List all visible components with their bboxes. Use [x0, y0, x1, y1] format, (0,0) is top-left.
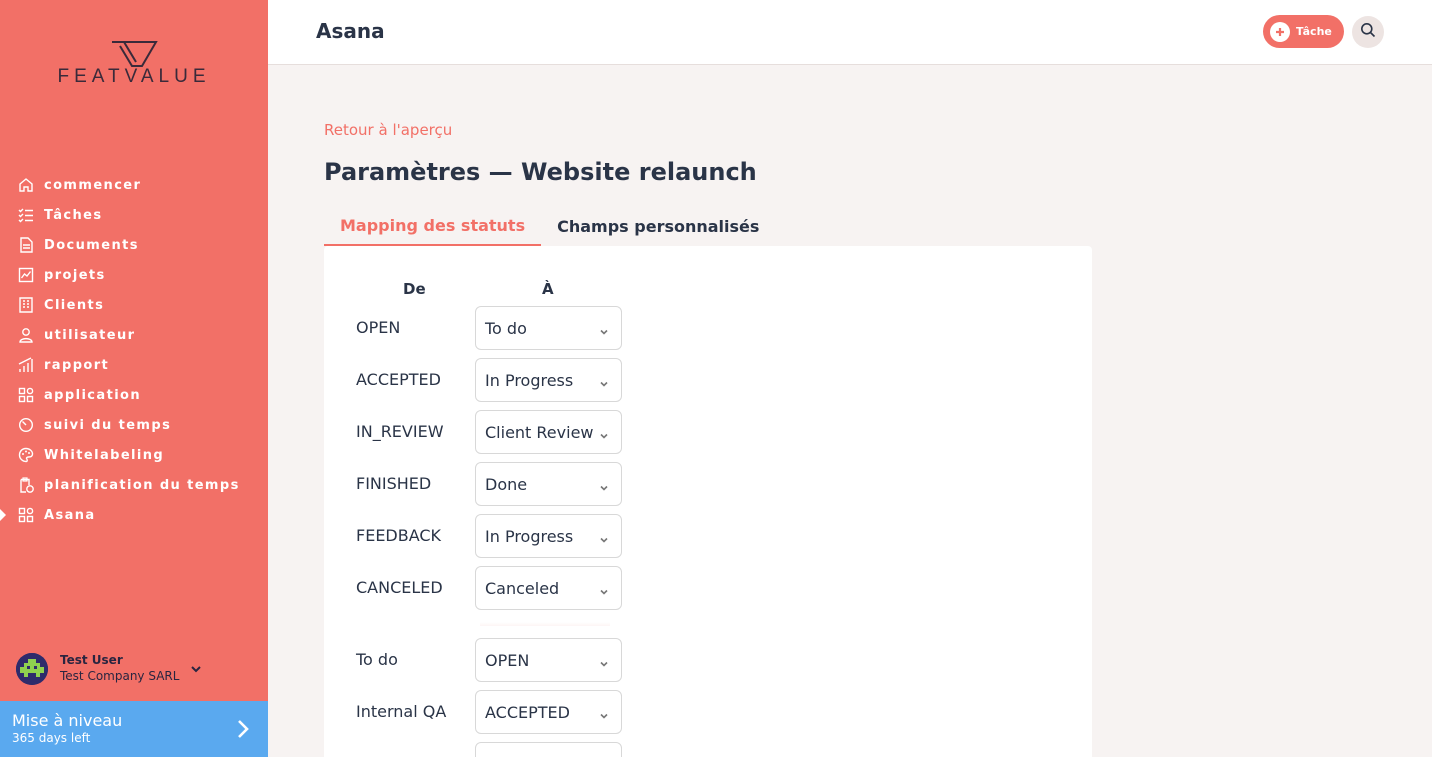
sidebar-item-planification-du-temps[interactable]: planification du temps — [0, 470, 268, 500]
mapping-to-select[interactable]: ACCEPTED — [475, 690, 622, 734]
chevron-down-icon — [599, 478, 609, 497]
sidebar-item-whitelabeling[interactable]: Whitelabeling — [0, 440, 268, 470]
palette-icon — [18, 447, 34, 463]
user-menu[interactable]: Test User Test Company SARL — [16, 652, 256, 686]
sidebar-item-label: Documents — [44, 237, 139, 253]
chevron-down-icon — [599, 654, 609, 673]
sidebar-item-label: rapport — [44, 357, 110, 373]
upgrade-title: Mise à niveau — [12, 711, 123, 730]
status-mapping-card: De À OPEN To do ACCEPTED In Progress IN_… — [324, 246, 1092, 757]
user-name: Test User — [60, 653, 123, 667]
sidebar-item-projets[interactable]: projets — [0, 260, 268, 290]
chevron-down-icon — [599, 582, 609, 601]
sidebar-item-label: application — [44, 387, 142, 403]
page-title: Paramètres — Website relaunch — [324, 158, 757, 186]
add-task-button[interactable]: Tâche — [1263, 15, 1344, 48]
column-header-to: À — [542, 280, 554, 298]
mapping-to-select[interactable]: In Progress — [475, 514, 622, 558]
mapping-to-select[interactable]: Done — [475, 462, 622, 506]
chevron-down-icon — [599, 322, 609, 341]
user-icon — [18, 327, 34, 343]
sidebar-item-commencer[interactable]: commencer — [0, 170, 268, 200]
plus-icon — [1270, 21, 1290, 42]
mapping-to-select[interactable]: Client Review — [475, 410, 622, 454]
column-header-from: De — [403, 280, 426, 298]
sidebar-item-suivi-du-temps[interactable]: suivi du temps — [0, 410, 268, 440]
sidebar-item-label: utilisateur — [44, 327, 136, 343]
sidebar-item-rapport[interactable]: rapport — [0, 350, 268, 380]
sidebar-item-utilisateur[interactable]: utilisateur — [0, 320, 268, 350]
bar-chart-icon — [18, 357, 34, 373]
sidebar-item-label: Clients — [44, 297, 105, 313]
upgrade-days-left: 365 days left — [12, 731, 91, 745]
sidebar-item-label: Asana — [44, 507, 96, 523]
sidebar-item-clients[interactable]: Clients — [0, 290, 268, 320]
chevron-down-icon — [599, 530, 609, 549]
chevron-down-icon — [599, 374, 609, 393]
section-divider — [480, 622, 610, 626]
sidebar-item-application[interactable]: application — [0, 380, 268, 410]
back-to-overview-link[interactable]: Retour à l'aperçu — [324, 121, 452, 139]
mapping-from-label: To do — [356, 650, 398, 669]
search-icon — [1360, 22, 1376, 42]
mapping-to-select[interactable]: Canceled — [475, 566, 622, 610]
mapping-to-select[interactable]: To do — [475, 306, 622, 350]
user-info: Test User Test Company SARL — [60, 653, 179, 685]
tab-custom-fields[interactable]: Champs personnalisés — [541, 206, 775, 246]
user-company: Test Company SARL — [60, 669, 180, 683]
mapping-from-label: OPEN — [356, 318, 401, 337]
sidebar-item-documents[interactable]: Documents — [0, 230, 268, 260]
sidebar-item-asana[interactable]: Asana — [0, 500, 268, 530]
sidebar-item-label: suivi du temps — [44, 417, 172, 433]
upgrade-banner[interactable]: Mise à niveau 365 days left — [0, 701, 268, 757]
sidebar-item-label: Tâches — [44, 207, 103, 223]
mapping-from-label: FEEDBACK — [356, 526, 442, 545]
sidebar-item-label: projets — [44, 267, 106, 283]
select-value: Client Review — [485, 422, 594, 442]
chevron-down-icon[interactable] — [190, 660, 202, 679]
apps-icon — [18, 507, 34, 523]
mapping-to-select[interactable] — [475, 742, 622, 757]
mapping-from-label: ACCEPTED — [356, 370, 441, 389]
mapping-to-select[interactable]: In Progress — [475, 358, 622, 402]
mapping-from-label: IN_REVIEW — [356, 422, 444, 441]
chevron-right-icon — [236, 719, 250, 743]
sidebar: FEATVALUE commencer Tâches Documents pro… — [0, 0, 268, 757]
featvalue-logo[interactable]: FEATVALUE — [48, 40, 220, 90]
select-value: Canceled — [485, 578, 560, 598]
mapping-from-label: CANCELED — [356, 578, 443, 597]
chevron-down-icon — [599, 706, 609, 725]
add-task-label: Tâche — [1296, 25, 1332, 38]
avatar — [16, 653, 48, 685]
select-value: OPEN — [485, 650, 530, 670]
apps-icon — [18, 387, 34, 403]
select-value: In Progress — [485, 370, 574, 390]
mapping-from-label: Internal QA — [356, 702, 447, 721]
select-value: To do — [485, 318, 527, 338]
checklist-icon — [18, 207, 34, 223]
top-header: Asana Tâche — [268, 0, 1432, 65]
clipboard-clock-icon — [18, 477, 34, 493]
mapping-from-label: FINISHED — [356, 474, 432, 493]
home-icon — [18, 177, 34, 193]
sidebar-item-label: Whitelabeling — [44, 447, 165, 463]
sidebar-item-taches[interactable]: Tâches — [0, 200, 268, 230]
building-icon — [18, 297, 34, 313]
settings-tabs: Mapping des statuts Champs personnalisés — [324, 206, 775, 246]
mapping-to-select[interactable]: OPEN — [475, 638, 622, 682]
chevron-down-icon — [599, 426, 609, 445]
sidebar-item-label: planification du temps — [44, 477, 240, 493]
select-value: Done — [485, 474, 528, 494]
document-icon — [18, 237, 34, 253]
select-value: In Progress — [485, 526, 574, 546]
select-value: ACCEPTED — [485, 702, 570, 722]
sidebar-nav: commencer Tâches Documents projets Clien… — [0, 170, 268, 530]
page-header-title: Asana — [316, 19, 385, 43]
search-button[interactable] — [1352, 16, 1384, 48]
tab-status-mapping[interactable]: Mapping des statuts — [324, 206, 542, 246]
sidebar-item-label: commencer — [44, 177, 142, 193]
timer-icon — [18, 417, 34, 433]
chart-icon — [18, 267, 34, 283]
logo-text: FEATVALUE — [57, 66, 211, 87]
